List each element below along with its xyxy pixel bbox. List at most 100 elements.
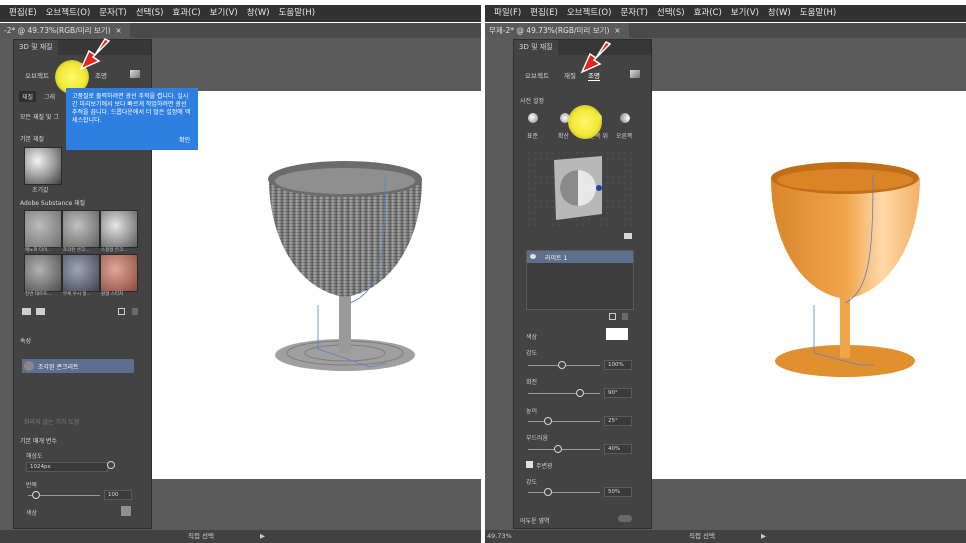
panel-title[interactable]: 3D 및 재질 [14, 40, 58, 55]
menu-select[interactable]: 선택(S) [136, 5, 164, 22]
light-position-widget[interactable] [526, 150, 632, 228]
rotation-value[interactable]: 90° [604, 388, 632, 398]
repeat-label: 반복 [26, 482, 38, 489]
resolution-dropdown[interactable]: 1024px [26, 462, 108, 472]
right-screenshot: 파일(F) 편집(E) 오브젝트(O) 문자(T) 선택(S) 효과(C) 보기(V) 창(W… [485, 0, 966, 543]
subtab-material[interactable]: 재질 [19, 91, 37, 102]
add-light-icon[interactable] [609, 313, 616, 320]
height-slider[interactable] [528, 417, 600, 425]
panel-title[interactable]: 3D 및 재질 [514, 40, 558, 55]
menu-effect[interactable]: 효과(C) [172, 5, 200, 22]
close-icon[interactable]: × [115, 26, 121, 35]
height-slider-knob[interactable] [544, 417, 552, 425]
material-thumb-6[interactable] [100, 254, 138, 292]
play-icon[interactable]: ▶ [761, 530, 766, 543]
section-properties[interactable]: 속성 [20, 336, 31, 345]
color-swatch[interactable] [121, 506, 131, 516]
menu-type[interactable]: 문자(T) [99, 5, 126, 22]
menu-window[interactable]: 창(W) [768, 5, 791, 22]
document-tab[interactable]: -2* @ 49.73%(RGB/미리 보기) × [0, 23, 130, 38]
repeat-slider[interactable] [28, 491, 100, 499]
section-adobe-substance[interactable]: Adobe Substance 재질 [20, 198, 85, 207]
intensity-slider-knob[interactable] [558, 361, 566, 369]
material-label-6: 원형 스티치 [101, 292, 124, 297]
property-item-row[interactable]: 조각된 콘크리트 [22, 359, 134, 373]
light-row[interactable]: 라이트 1 [527, 251, 633, 263]
subtab-graphics[interactable]: 그래 [44, 92, 55, 101]
intensity-value[interactable]: 100% [604, 360, 632, 370]
menu-view[interactable]: 보기(V) [731, 5, 759, 22]
arrow-icon [79, 38, 111, 71]
zoom-level[interactable]: 49.73% [487, 530, 512, 543]
menu-effect[interactable]: 효과(C) [694, 5, 722, 22]
render-settings-icon[interactable] [630, 70, 640, 78]
shadow-toggle[interactable] [618, 515, 632, 522]
menu-edit[interactable]: 편집(E) [530, 5, 558, 22]
material-library-icon[interactable] [36, 308, 45, 315]
color-label: 색상 [26, 510, 38, 517]
tab-materials[interactable]: 재질 [564, 70, 576, 80]
material-thumb-5[interactable] [62, 254, 100, 292]
menu-file[interactable]: 파일(F) [494, 5, 521, 22]
menu-select[interactable]: 선택(S) [657, 5, 685, 22]
softness-slider-knob[interactable] [554, 445, 562, 453]
material-default-thumb[interactable] [24, 147, 62, 185]
document-tab-bar: 무제-2* @ 49.73%(RGB/미리 보기) × [485, 23, 966, 38]
softness-label: 부드러움 [526, 435, 549, 442]
tooltip-ok-button[interactable]: 확인 [179, 137, 190, 145]
info-icon[interactable] [107, 461, 115, 469]
softness-slider[interactable] [528, 445, 600, 453]
menu-type[interactable]: 문자(T) [620, 5, 647, 22]
menu-bar: 파일(F) 편집(E) 오브젝트(O) 문자(T) 선택(S) 효과(C) 보기(V) 창(W… [485, 5, 966, 22]
play-icon[interactable]: ▶ [260, 530, 265, 543]
menu-object[interactable]: 오브젝트(O) [567, 5, 612, 22]
menu-help[interactable]: 도움말(H) [279, 5, 315, 22]
ambient-checkbox[interactable] [526, 461, 533, 468]
new-material-icon[interactable] [118, 308, 125, 315]
cube-icon[interactable] [22, 308, 31, 315]
menu-edit[interactable]: 편집(E) [9, 5, 37, 22]
hidden-properties-checkbox[interactable]: 화려지 않는 기가 도형 [24, 417, 79, 426]
section-shadows[interactable]: 어두운 영역 [520, 516, 550, 525]
repeat-value[interactable]: 100 [104, 490, 132, 500]
render-settings-icon[interactable] [130, 70, 140, 78]
preset-right-icon[interactable] [620, 113, 630, 123]
material-thumb-3[interactable] [100, 210, 138, 248]
repeat-slider-knob[interactable] [32, 491, 40, 499]
artboard[interactable] [150, 91, 481, 479]
material-thumb-4[interactable] [24, 254, 62, 292]
preset-standard-icon[interactable] [528, 113, 538, 123]
material-thumb-2[interactable] [62, 210, 100, 248]
rotation-slider-knob[interactable] [576, 389, 584, 397]
close-icon[interactable]: × [614, 26, 620, 35]
section-all-materials[interactable]: 모든 재질 및 그 [20, 112, 59, 121]
trash-icon[interactable] [622, 313, 628, 320]
artboard[interactable] [650, 91, 966, 479]
section-basic-params[interactable]: 기본 매개 변수 [20, 436, 57, 445]
light-handle[interactable] [596, 185, 602, 191]
menu-help[interactable]: 도움말(H) [800, 5, 836, 22]
intensity-slider[interactable] [528, 361, 600, 369]
softness-value[interactable]: 40% [604, 444, 632, 454]
tab-object[interactable]: 오브젝트 [525, 70, 549, 80]
lights-list: 라이트 1 [526, 250, 634, 310]
ambient-intensity-slider[interactable] [528, 488, 600, 496]
light-toggle-icon[interactable] [624, 233, 632, 239]
height-value[interactable]: 25° [604, 416, 632, 426]
menu-window[interactable]: 창(W) [247, 5, 270, 22]
section-basic-material[interactable]: 기본 재질 [20, 134, 44, 143]
document-tab[interactable]: 무제-2* @ 49.73%(RGB/미리 보기) × [485, 23, 629, 38]
material-thumb-1[interactable] [24, 210, 62, 248]
trash-icon[interactable] [132, 308, 138, 315]
resolution-label: 해상도 [26, 453, 43, 460]
menu-object[interactable]: 오브젝트(O) [46, 5, 91, 22]
light-color-swatch[interactable] [606, 328, 628, 340]
ambient-slider-knob[interactable] [544, 488, 552, 496]
goblet-3d-orange[interactable] [650, 91, 966, 479]
goblet-3d-gray[interactable] [150, 91, 481, 479]
tab-object[interactable]: 오브젝트 [25, 70, 49, 80]
menu-view[interactable]: 보기(V) [210, 5, 238, 22]
eye-icon[interactable] [530, 254, 536, 259]
rotation-slider[interactable] [528, 389, 600, 397]
ambient-intensity-value[interactable]: 50% [604, 487, 632, 497]
